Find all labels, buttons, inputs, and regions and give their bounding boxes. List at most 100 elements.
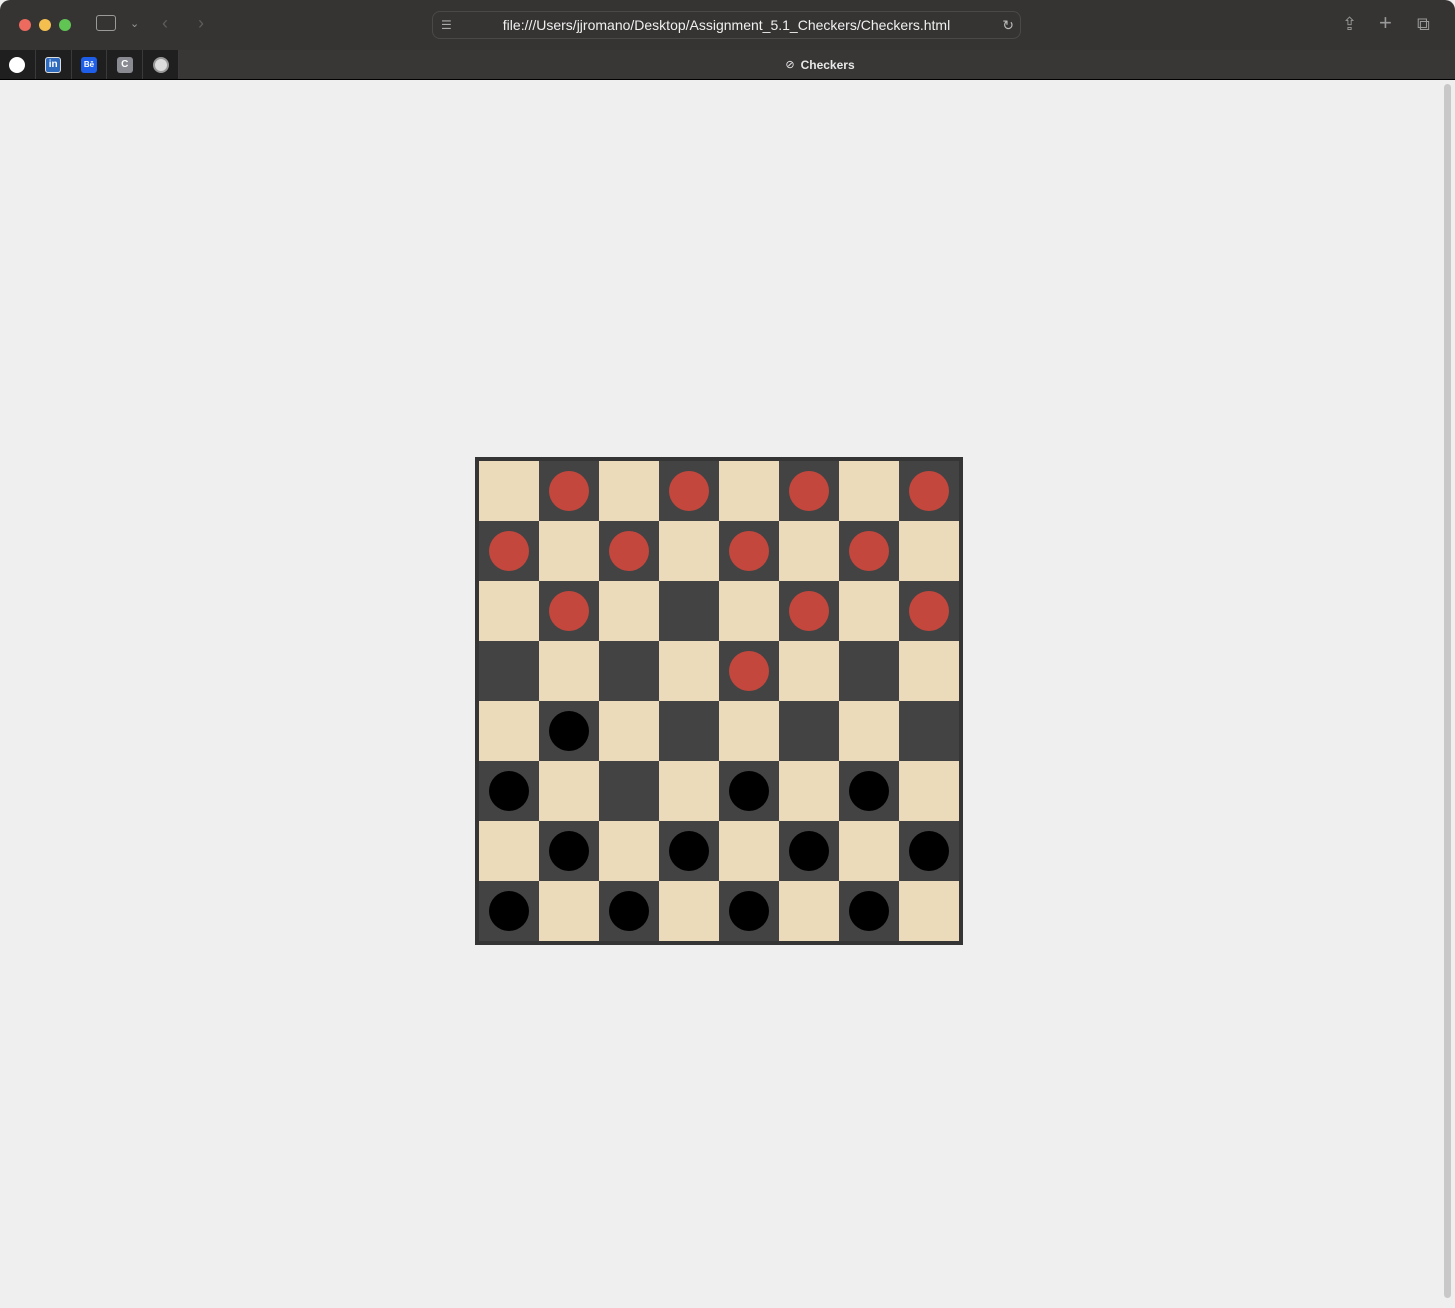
black-checker-piece[interactable]: [549, 831, 589, 871]
board-square[interactable]: [719, 521, 779, 581]
scrollbar[interactable]: [1444, 84, 1451, 1298]
board-square[interactable]: [659, 641, 719, 701]
board-square[interactable]: [479, 641, 539, 701]
back-button[interactable]: ‹: [162, 13, 168, 33]
new-tab-icon[interactable]: +: [1379, 12, 1392, 34]
red-checker-piece[interactable]: [909, 471, 949, 511]
board-square[interactable]: [479, 461, 539, 521]
board-square[interactable]: [659, 581, 719, 641]
board-square[interactable]: [779, 461, 839, 521]
board-square[interactable]: [539, 521, 599, 581]
black-checker-piece[interactable]: [849, 771, 889, 811]
board-square[interactable]: [779, 641, 839, 701]
board-square[interactable]: [899, 581, 959, 641]
pinned-tab-5[interactable]: [143, 50, 179, 79]
chevron-down-icon[interactable]: ⌄: [130, 14, 139, 34]
red-checker-piece[interactable]: [549, 591, 589, 631]
red-checker-piece[interactable]: [549, 471, 589, 511]
board-square[interactable]: [659, 461, 719, 521]
board-square[interactable]: [659, 521, 719, 581]
board-square[interactable]: [779, 881, 839, 941]
board-square[interactable]: [659, 761, 719, 821]
board-square[interactable]: [839, 701, 899, 761]
board-square[interactable]: [839, 881, 899, 941]
board-square[interactable]: [839, 821, 899, 881]
board-square[interactable]: [539, 461, 599, 521]
board-square[interactable]: [599, 761, 659, 821]
black-checker-piece[interactable]: [729, 891, 769, 931]
address-bar[interactable]: ☰ file:///Users/jjromano/Desktop/Assignm…: [432, 11, 1021, 39]
tab-overview-icon[interactable]: ⧉: [1417, 14, 1430, 34]
zoom-window-button[interactable]: [59, 19, 71, 31]
board-square[interactable]: [659, 821, 719, 881]
board-square[interactable]: [599, 461, 659, 521]
board-square[interactable]: [479, 581, 539, 641]
board-square[interactable]: [539, 881, 599, 941]
black-checker-piece[interactable]: [729, 771, 769, 811]
red-checker-piece[interactable]: [909, 591, 949, 631]
board-square[interactable]: [899, 821, 959, 881]
red-checker-piece[interactable]: [789, 591, 829, 631]
board-square[interactable]: [779, 821, 839, 881]
black-checker-piece[interactable]: [789, 831, 829, 871]
black-checker-piece[interactable]: [609, 891, 649, 931]
board-square[interactable]: [899, 701, 959, 761]
black-checker-piece[interactable]: [849, 891, 889, 931]
board-square[interactable]: [719, 881, 779, 941]
board-square[interactable]: [839, 521, 899, 581]
board-square[interactable]: [659, 701, 719, 761]
board-square[interactable]: [719, 761, 779, 821]
pinned-tab-github[interactable]: [0, 50, 36, 79]
board-square[interactable]: [599, 581, 659, 641]
board-square[interactable]: [599, 701, 659, 761]
red-checker-piece[interactable]: [609, 531, 649, 571]
board-square[interactable]: [479, 521, 539, 581]
share-icon[interactable]: ⇪: [1342, 14, 1357, 34]
pinned-tab-behance[interactable]: Bē: [72, 50, 108, 79]
board-square[interactable]: [539, 701, 599, 761]
forward-button[interactable]: ›: [198, 13, 204, 33]
board-square[interactable]: [839, 761, 899, 821]
red-checker-piece[interactable]: [729, 531, 769, 571]
board-square[interactable]: [479, 701, 539, 761]
board-square[interactable]: [539, 821, 599, 881]
board-square[interactable]: [899, 521, 959, 581]
board-square[interactable]: [779, 701, 839, 761]
black-checker-piece[interactable]: [489, 771, 529, 811]
board-square[interactable]: [779, 581, 839, 641]
board-square[interactable]: [839, 461, 899, 521]
board-square[interactable]: [719, 461, 779, 521]
board-square[interactable]: [599, 821, 659, 881]
board-square[interactable]: [779, 521, 839, 581]
board-square[interactable]: [479, 761, 539, 821]
red-checker-piece[interactable]: [729, 651, 769, 691]
black-checker-piece[interactable]: [549, 711, 589, 751]
pinned-tab-c[interactable]: C: [107, 50, 144, 79]
board-square[interactable]: [659, 881, 719, 941]
close-window-button[interactable]: [19, 19, 31, 31]
minimize-window-button[interactable]: [39, 19, 51, 31]
board-square[interactable]: [599, 881, 659, 941]
black-checker-piece[interactable]: [489, 891, 529, 931]
board-square[interactable]: [899, 761, 959, 821]
red-checker-piece[interactable]: [789, 471, 829, 511]
active-tab[interactable]: ⊘ Checkers: [760, 50, 880, 79]
black-checker-piece[interactable]: [669, 831, 709, 871]
red-checker-piece[interactable]: [669, 471, 709, 511]
board-square[interactable]: [599, 641, 659, 701]
board-square[interactable]: [839, 581, 899, 641]
board-square[interactable]: [539, 641, 599, 701]
page-menu-icon[interactable]: ☰: [441, 12, 452, 38]
board-square[interactable]: [599, 521, 659, 581]
board-square[interactable]: [899, 641, 959, 701]
board-square[interactable]: [479, 881, 539, 941]
black-checker-piece[interactable]: [909, 831, 949, 871]
board-square[interactable]: [719, 821, 779, 881]
reload-icon[interactable]: ↻: [1002, 12, 1014, 38]
board-square[interactable]: [539, 581, 599, 641]
board-square[interactable]: [479, 821, 539, 881]
red-checker-piece[interactable]: [489, 531, 529, 571]
board-square[interactable]: [719, 701, 779, 761]
board-square[interactable]: [779, 761, 839, 821]
board-square[interactable]: [539, 761, 599, 821]
